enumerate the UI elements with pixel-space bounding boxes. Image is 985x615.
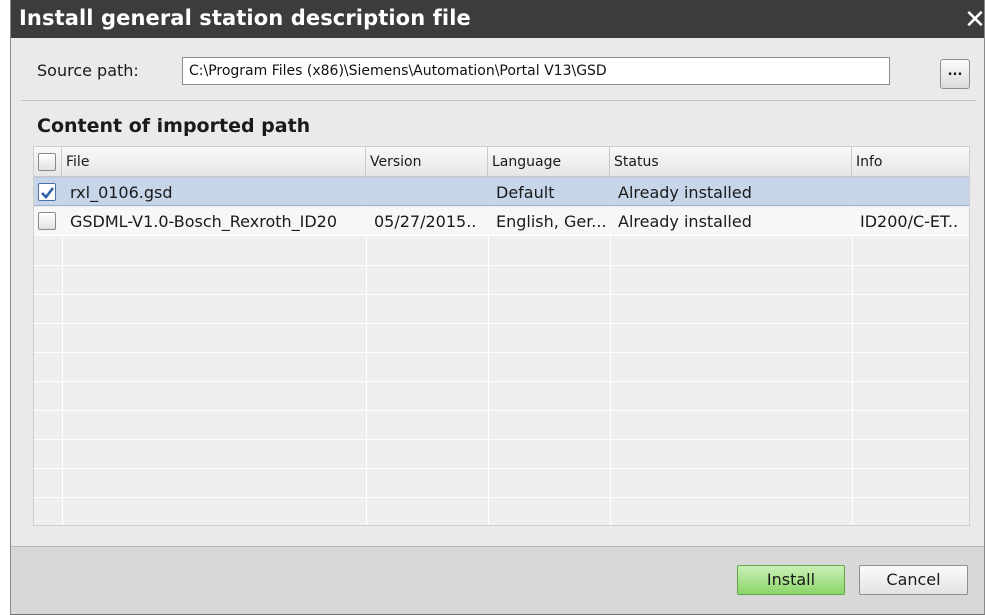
column-header-language[interactable]: Language bbox=[488, 147, 610, 177]
source-path-label: Source path: bbox=[37, 61, 139, 80]
table-header: File Version Language Status Info bbox=[34, 147, 969, 177]
info-cell: ID200/C-ET.. bbox=[860, 212, 959, 231]
install-button[interactable]: Install bbox=[737, 565, 845, 595]
language-cell: Default bbox=[496, 183, 555, 202]
empty-row bbox=[34, 237, 969, 266]
empty-row bbox=[34, 411, 969, 440]
divider bbox=[21, 100, 976, 101]
table-row[interactable]: rxl_0106.gsd Default Already installed bbox=[34, 177, 969, 207]
section-heading: Content of imported path bbox=[37, 115, 311, 137]
empty-row bbox=[34, 469, 969, 498]
table-row[interactable]: GSDML-V1.0-Bosch_Rexroth_ID20 05/27/2015… bbox=[34, 207, 969, 236]
status-cell: Already installed bbox=[618, 212, 752, 231]
empty-row bbox=[34, 382, 969, 411]
file-cell: rxl_0106.gsd bbox=[70, 183, 173, 202]
dialog-footer: Install Cancel bbox=[11, 546, 984, 614]
close-icon[interactable]: ✕ bbox=[964, 7, 984, 34]
row-checkbox[interactable] bbox=[38, 212, 56, 230]
language-cell: English, Ger... bbox=[496, 212, 607, 231]
install-gsd-dialog: Install general station description file… bbox=[10, 0, 985, 615]
header-checkbox-cell bbox=[34, 147, 62, 177]
file-cell: GSDML-V1.0-Bosch_Rexroth_ID20 bbox=[70, 212, 338, 231]
dialog-title: Install general station description file bbox=[19, 6, 471, 30]
info-cell bbox=[856, 178, 969, 207]
version-cell bbox=[370, 178, 488, 207]
cancel-button[interactable]: Cancel bbox=[859, 565, 968, 595]
gsd-file-table: File Version Language Status Info rxl_01… bbox=[33, 146, 970, 526]
empty-row bbox=[34, 324, 969, 353]
browse-button[interactable]: ... bbox=[940, 59, 970, 89]
title-bar: Install general station description file… bbox=[11, 0, 984, 38]
select-all-checkbox[interactable] bbox=[38, 153, 56, 171]
checkmark-icon bbox=[41, 187, 55, 199]
column-header-file[interactable]: File bbox=[62, 147, 366, 177]
status-cell: Already installed bbox=[618, 183, 752, 202]
empty-row bbox=[34, 353, 969, 382]
row-checkbox[interactable] bbox=[38, 183, 56, 201]
source-path-field[interactable]: C:\Program Files (x86)\Siemens\Automatio… bbox=[182, 57, 890, 85]
version-cell: 05/27/2015.. bbox=[374, 212, 477, 231]
column-header-status[interactable]: Status bbox=[610, 147, 852, 177]
empty-row bbox=[34, 295, 969, 324]
empty-row bbox=[34, 266, 969, 295]
empty-row bbox=[34, 440, 969, 469]
empty-row bbox=[34, 498, 969, 525]
column-header-version[interactable]: Version bbox=[366, 147, 488, 177]
column-header-info[interactable]: Info bbox=[852, 147, 969, 177]
